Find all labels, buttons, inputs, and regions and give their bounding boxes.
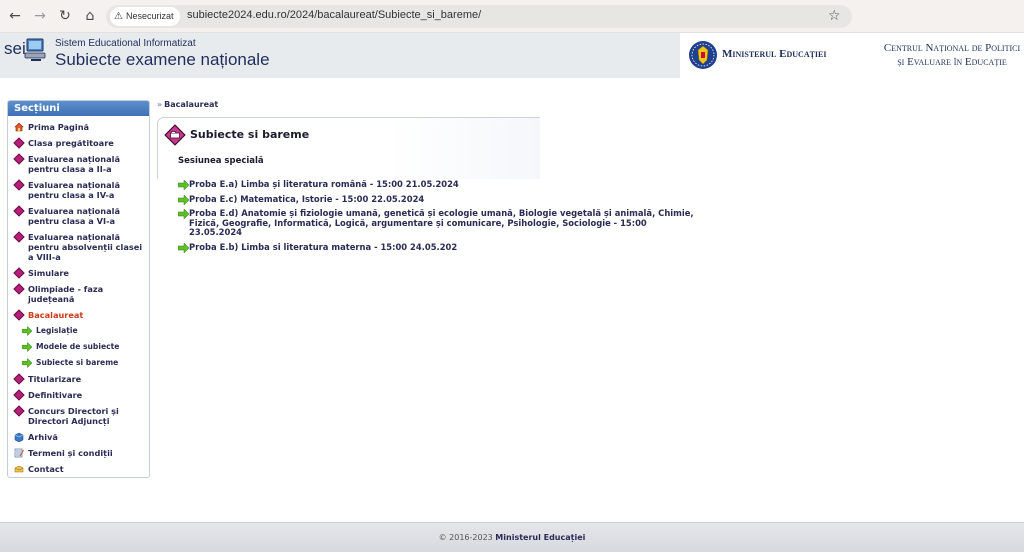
- arrow-right-icon: [178, 209, 189, 219]
- back-icon[interactable]: ←: [6, 7, 24, 25]
- site-header: sei Sistem Educational Informatizat Subi…: [0, 33, 1024, 78]
- arrow-right-icon: [22, 326, 32, 336]
- exam-list: Proba E.a) Limba și literatura română - …: [178, 179, 698, 257]
- sidebar-item-contact[interactable]: Contact: [8, 464, 149, 474]
- diamond-icon: [13, 205, 25, 217]
- browser-toolbar: ← → ↻ ⌂ ⚠ Nesecurizat subiecte2024.edu.ro…: [0, 0, 1024, 33]
- forward-icon[interactable]: →: [31, 7, 49, 25]
- sidebar-item-definitivare[interactable]: Definitivare: [8, 389, 149, 401]
- breadcrumb-separator: »: [157, 100, 163, 109]
- arrow-right-icon: [22, 342, 32, 352]
- diamond-icon: [13, 231, 25, 243]
- computer-icon: [24, 38, 46, 61]
- sidebar-item-en-iv[interactable]: Evaluarea națională pentru clasa a IV-a: [8, 179, 149, 200]
- folder-diamond-icon: [164, 124, 186, 146]
- page-title: Subiecte si bareme: [190, 128, 310, 141]
- diamond-icon: [13, 179, 25, 191]
- arrow-right-icon: [178, 242, 189, 253]
- exam-link[interactable]: Proba E.d) Anatomie și fiziologie umană,…: [178, 208, 698, 238]
- notepad-icon: [14, 448, 24, 458]
- contact-icon: [14, 465, 24, 473]
- diamond-icon: [13, 283, 25, 295]
- sidebar-item-concurs-directori[interactable]: Concurs Directori și Directori Adjuncți: [8, 405, 149, 426]
- sidebar-item-en-ii[interactable]: Evaluarea națională pentru clasa a II-a: [8, 153, 149, 174]
- arrow-right-icon: [22, 358, 32, 368]
- diamond-icon: [13, 153, 25, 165]
- reload-icon[interactable]: ↻: [56, 7, 74, 25]
- sidebar-item-simulare[interactable]: Simulare: [8, 267, 149, 279]
- diamond-icon: [13, 389, 25, 401]
- footer-copyright: © 2016-2023: [438, 533, 493, 542]
- sidebar-item-prima-pagina[interactable]: Prima Pagină: [8, 122, 149, 132]
- sidebar-item-bacalaureat[interactable]: Bacalaureat: [8, 309, 149, 321]
- sidebar-item-clasa-pregatitoare[interactable]: Clasa pregătitoare: [8, 137, 149, 149]
- home-icon: [14, 122, 24, 132]
- diamond-icon: [13, 267, 25, 279]
- url-text[interactable]: subiecte2024.edu.ro/2024/bacalaureat/Sub…: [187, 9, 481, 21]
- sidebar-item-titularizare[interactable]: Titularizare: [8, 373, 149, 385]
- exam-link[interactable]: Proba E.a) Limba și literatura română - …: [178, 179, 698, 190]
- logo-subtitle: Sistem Educational Informatizat: [55, 38, 196, 49]
- diamond-icon: [13, 309, 25, 321]
- cnpee-logo[interactable]: Centrul Național de Politici și Evaluare…: [882, 41, 1022, 69]
- sidebar-menu: Prima Pagină Clasa pregătitoare Evaluare…: [8, 116, 149, 474]
- warning-icon: ⚠: [114, 11, 123, 22]
- sections-sidebar: Secțiuni Prima Pagină Clasa pregătitoare…: [7, 100, 150, 478]
- home-icon[interactable]: ⌂: [81, 7, 99, 25]
- arrow-right-icon: [178, 180, 189, 190]
- exam-link[interactable]: Proba E.b) Limba si literatura materna -…: [178, 242, 698, 253]
- diamond-icon: [13, 373, 25, 385]
- site-title[interactable]: Subiecte examene naționale: [55, 50, 270, 70]
- breadcrumb-bacalaureat[interactable]: Bacalaureat: [164, 100, 218, 109]
- sidebar-item-legislatie[interactable]: Legislație: [8, 326, 149, 336]
- sidebar-item-modele[interactable]: Modele de subiecte: [8, 342, 149, 352]
- footer-owner: Ministerul Educației: [495, 533, 586, 542]
- sidebar-item-termeni[interactable]: Termeni și condiții: [8, 448, 149, 458]
- sidebar-item-en-vi[interactable]: Evaluarea națională pentru clasa a VI-a: [8, 205, 149, 226]
- sidebar-title: Secțiuni: [8, 101, 149, 116]
- security-warning[interactable]: ⚠ Nesecurizat: [110, 7, 180, 26]
- session-heading: Sesiunea specială: [178, 156, 264, 166]
- diamond-icon: [13, 405, 25, 417]
- sidebar-item-arhiva[interactable]: Arhivă: [8, 432, 149, 442]
- sidebar-item-en-viii[interactable]: Evaluarea națională pentru absolvenții c…: [8, 231, 149, 262]
- breadcrumb: » Bacalaureat: [157, 100, 218, 109]
- diamond-icon: [13, 137, 25, 149]
- romania-crest-icon: [689, 41, 717, 69]
- arrow-right-icon: [178, 194, 189, 205]
- archive-icon: [14, 432, 24, 442]
- ministry-name[interactable]: Ministerul Educației: [722, 48, 827, 60]
- footer: © 2016-2023 Ministerul Educației: [0, 522, 1024, 552]
- exam-link[interactable]: Proba E.c) Matematica, Istorie - 15:00 2…: [178, 194, 698, 205]
- sidebar-item-subiecte-bareme[interactable]: Subiecte si bareme: [8, 358, 149, 368]
- sidebar-item-olimpiade[interactable]: Olimpiade - faza județeană: [8, 283, 149, 304]
- bookmark-star-icon[interactable]: ☆: [828, 8, 841, 24]
- section-header-box: Subiecte si bareme: [157, 117, 540, 179]
- partner-logos: Ministerul Educației Centrul Național de…: [680, 33, 1024, 78]
